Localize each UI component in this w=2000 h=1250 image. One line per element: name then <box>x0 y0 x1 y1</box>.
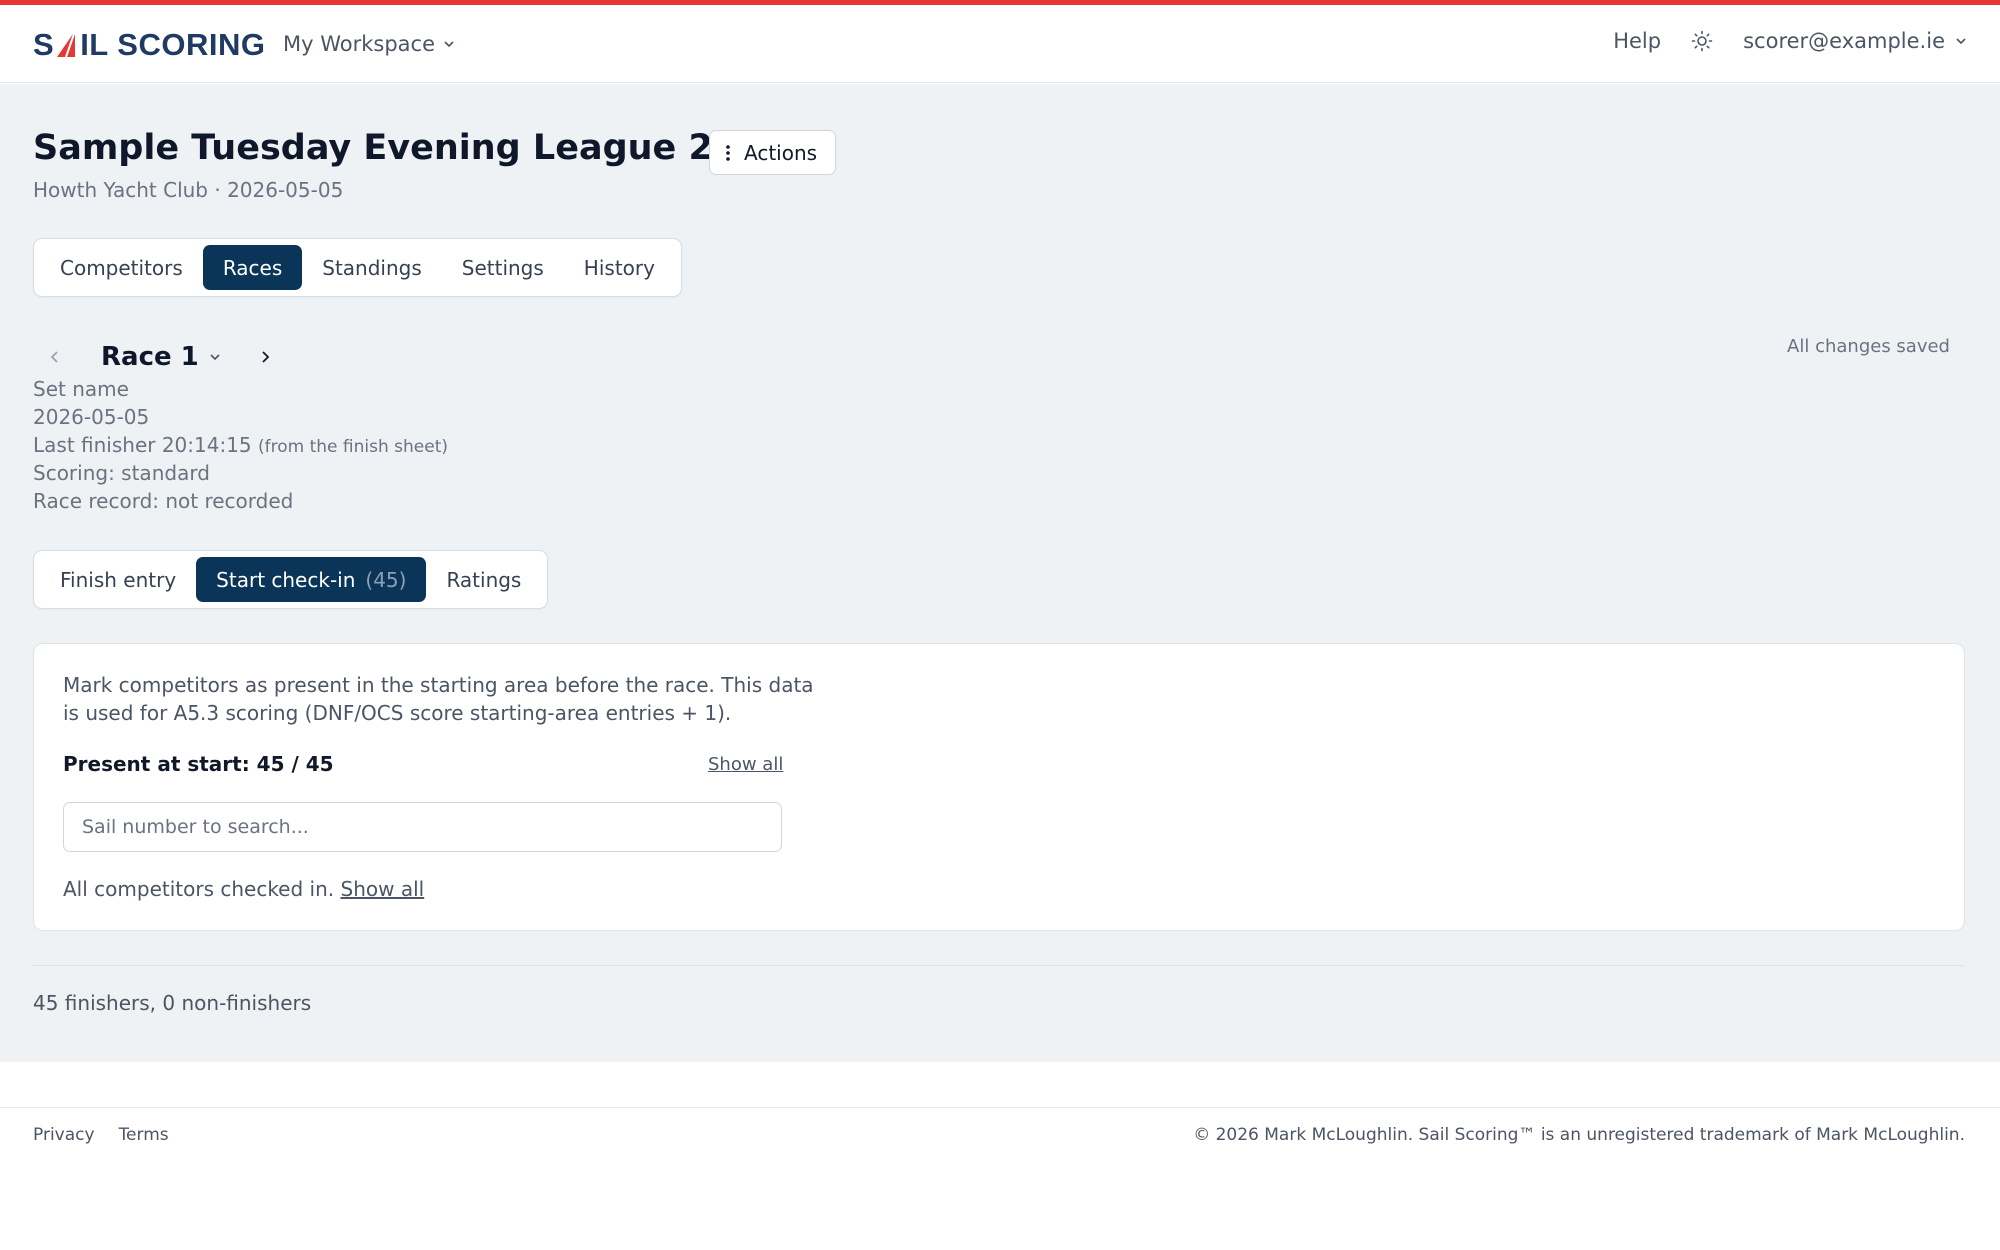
footer-divider <box>0 1107 2000 1108</box>
tab-competitors[interactable]: Competitors <box>40 245 203 290</box>
actions-label: Actions <box>744 140 818 165</box>
app-header: S IL SCORING My Workspace Help scorer@exa… <box>0 5 2000 83</box>
race-last-finisher: Last finisher 20:14:15 (from the finish … <box>33 433 448 457</box>
help-link[interactable]: Help <box>1613 29 1661 53</box>
tab-ratings-label: Ratings <box>446 567 522 592</box>
save-status: All changes saved <box>1787 336 1950 357</box>
start-check-in-panel: Mark competitors as present in the start… <box>33 643 1965 931</box>
page-title: Sample Tuesday Evening League 2026 <box>33 128 786 168</box>
tab-start-check-in-label: Start check-in <box>216 567 356 592</box>
user-menu[interactable]: scorer@example.ie <box>1743 29 1967 53</box>
check-in-count: (45) <box>365 567 407 592</box>
tab-history[interactable]: History <box>564 245 675 290</box>
check-in-description: Mark competitors as present in the start… <box>63 673 814 725</box>
tab-settings[interactable]: Settings <box>442 245 564 290</box>
all-checked-in-message: All competitors checked in. Show all <box>63 877 424 901</box>
show-all-competitors-link[interactable]: Show all <box>341 877 425 901</box>
race-scoring: Scoring: standard <box>33 461 210 485</box>
chevron-right-icon <box>262 351 270 363</box>
chevron-down-icon <box>1956 38 1966 45</box>
chevron-down-icon <box>210 354 220 361</box>
race-set-name[interactable]: Set name <box>33 377 129 401</box>
user-email: scorer@example.ie <box>1743 29 1945 53</box>
main-content: Sample Tuesday Evening League 2026 Actio… <box>0 84 2000 1062</box>
tab-standings[interactable]: Standings <box>302 245 442 290</box>
next-race-button[interactable] <box>243 335 287 379</box>
race-record: Race record: not recorded <box>33 489 294 513</box>
race-date: 2026-05-05 <box>33 405 150 429</box>
chevron-down-icon <box>444 41 454 48</box>
workspace-switcher[interactable]: My Workspace <box>283 32 455 56</box>
sail-icon <box>57 30 77 58</box>
sail-number-search-input[interactable] <box>63 802 782 852</box>
race-name: Race 1 <box>101 342 199 372</box>
actions-button[interactable]: Actions <box>709 130 837 175</box>
show-all-link[interactable]: Show all <box>708 754 783 775</box>
race-selector[interactable]: Race 1 <box>77 342 221 372</box>
brand-logo[interactable]: S IL SCORING <box>33 27 265 63</box>
terms-link[interactable]: Terms <box>119 1125 169 1145</box>
all-checked-in-text: All competitors checked in. <box>63 877 335 901</box>
tab-finish-entry[interactable]: Finish entry <box>40 557 196 602</box>
race-navigator: Race 1 <box>33 335 287 379</box>
chevron-left-icon <box>50 351 58 363</box>
workspace-label: My Workspace <box>283 32 436 56</box>
last-finisher-time: Last finisher 20:14:15 <box>33 433 252 457</box>
tab-races[interactable]: Races <box>202 245 303 290</box>
race-sub-tabs: Finish entry Start check-in (45) Ratings <box>33 550 549 609</box>
finisher-totals: 45 finishers, 0 non-finishers <box>33 991 312 1015</box>
tab-start-check-in[interactable]: Start check-in (45) <box>196 557 427 602</box>
page-subtitle: Howth Yacht Club · 2026-05-05 <box>33 178 344 202</box>
brand-text-start: S <box>33 27 55 62</box>
privacy-link[interactable]: Privacy <box>33 1125 95 1145</box>
tab-finish-entry-label: Finish entry <box>60 567 177 592</box>
present-count: Present at start: 45 / 45 <box>63 752 334 776</box>
more-vertical-icon <box>726 144 730 161</box>
copyright-text: © 2026 Mark McLoughlin. Sail Scoring™ is… <box>1193 1125 1965 1145</box>
tab-ratings[interactable]: Ratings <box>426 557 541 602</box>
last-finisher-note: (from the finish sheet) <box>258 437 449 457</box>
section-divider <box>33 965 1965 966</box>
brand-text-end: IL SCORING <box>80 27 266 62</box>
main-tabs: Competitors Races Standings Settings His… <box>33 238 682 297</box>
sun-icon[interactable] <box>1691 30 1713 52</box>
previous-race-button[interactable] <box>33 335 77 379</box>
